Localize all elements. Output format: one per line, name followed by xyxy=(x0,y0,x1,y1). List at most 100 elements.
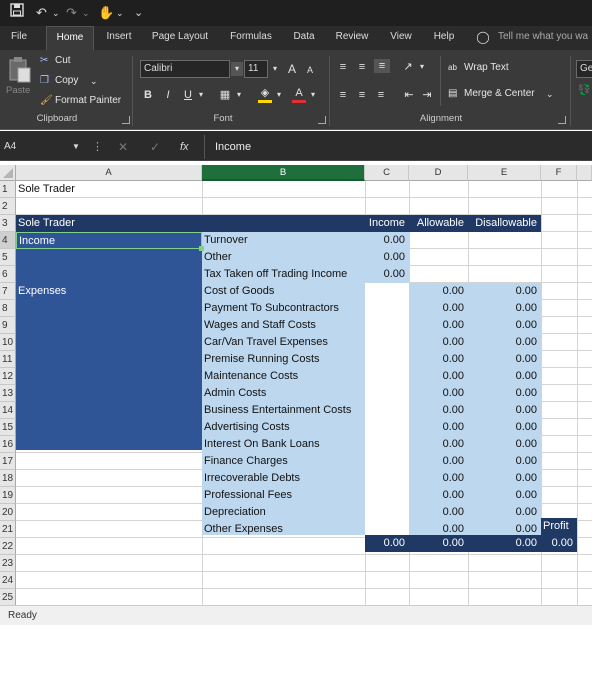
cell-a4-income-selected[interactable]: Income xyxy=(16,232,202,249)
tab-insert[interactable]: Insert xyxy=(102,26,136,50)
increase-indent-icon[interactable]: ⇥ xyxy=(420,88,434,102)
touch-dropdown-icon[interactable]: ⌄ xyxy=(116,3,124,23)
disallowable-value-cell[interactable]: 0.00 xyxy=(468,470,541,487)
fill-color-icon[interactable]: ◈ xyxy=(258,86,272,103)
tab-formulas[interactable]: Formulas xyxy=(224,26,278,50)
insert-function-icon[interactable]: fx xyxy=(180,137,196,157)
expense-label-cell[interactable]: Irrecoverable Debts xyxy=(202,470,365,487)
row-header[interactable]: 10 xyxy=(0,334,16,351)
row-header[interactable]: 9 xyxy=(0,317,16,334)
cell-e22-disallowable-total[interactable]: 0.00 xyxy=(468,535,541,552)
align-bottom-icon[interactable]: ≡ xyxy=(374,59,390,73)
expense-label-cell[interactable]: Cost of Goods xyxy=(202,283,365,300)
cut-button[interactable]: Cut xyxy=(55,54,71,68)
paste-button[interactable]: Paste xyxy=(6,84,30,98)
cell-a1-title[interactable]: Sole Trader xyxy=(16,181,202,198)
row-header[interactable]: 5 xyxy=(0,249,16,266)
tab-home[interactable]: Home xyxy=(46,26,94,50)
row-header[interactable]: 4 xyxy=(0,232,16,249)
cell-d3-allowable-header[interactable]: Allowable xyxy=(409,215,468,232)
row-header[interactable]: 22 xyxy=(0,538,16,555)
borders-icon[interactable]: ▦ xyxy=(218,88,232,102)
column-header-g[interactable] xyxy=(577,165,592,181)
cell-e3-disallowable-header[interactable]: Disallowable xyxy=(468,215,541,232)
customize-qat-icon[interactable]: ⌄ xyxy=(134,3,143,23)
tab-review[interactable]: Review xyxy=(332,26,372,50)
income-value-cell[interactable]: 0.00 xyxy=(365,232,409,249)
cell-d22-allowable-total[interactable]: 0.00 xyxy=(409,535,468,552)
row-header[interactable]: 2 xyxy=(0,198,16,215)
row-header[interactable]: 16 xyxy=(0,436,16,453)
allowable-value-cell[interactable]: 0.00 xyxy=(409,470,468,487)
column-header-f[interactable]: F xyxy=(541,165,577,181)
font-size-dropdown-icon[interactable]: ▾ xyxy=(270,62,280,76)
tell-me-box[interactable]: Tell me what you wa xyxy=(498,26,592,50)
expense-label-cell[interactable]: Maintenance Costs xyxy=(202,368,365,385)
disallowable-value-cell[interactable]: 0.00 xyxy=(468,436,541,453)
disallowable-value-cell[interactable]: 0.00 xyxy=(468,334,541,351)
tab-page-layout[interactable]: Page Layout xyxy=(148,26,212,50)
row-header[interactable]: 19 xyxy=(0,487,16,504)
cancel-entry-icon[interactable]: ✕ xyxy=(118,137,132,157)
borders-dropdown-icon[interactable]: ▾ xyxy=(234,88,244,102)
cell-c3-income-header[interactable]: Income xyxy=(365,215,409,232)
font-size-box[interactable]: 11 xyxy=(244,60,268,78)
expense-label-cell[interactable]: Professional Fees xyxy=(202,487,365,504)
disallowable-value-cell[interactable]: 0.00 xyxy=(468,385,541,402)
lightbulb-icon[interactable]: ◯ xyxy=(476,26,490,50)
cell-a3-header[interactable]: Sole Trader xyxy=(16,215,202,232)
copy-icon[interactable]: ❐ xyxy=(40,74,52,88)
format-painter-button[interactable]: Format Painter xyxy=(55,94,121,108)
tab-help[interactable]: Help xyxy=(428,26,460,50)
underline-button[interactable]: U xyxy=(182,88,194,102)
copy-dropdown-icon[interactable]: ⌄ xyxy=(90,74,98,88)
row-header[interactable]: 7 xyxy=(0,283,16,300)
disallowable-value-cell[interactable]: 0.00 xyxy=(468,283,541,300)
row-header[interactable]: 25 xyxy=(0,589,16,605)
allowable-value-cell[interactable]: 0.00 xyxy=(409,487,468,504)
allowable-value-cell[interactable]: 0.00 xyxy=(409,385,468,402)
font-color-button[interactable]: A xyxy=(292,86,306,103)
row-header[interactable]: 12 xyxy=(0,368,16,385)
disallowable-value-cell[interactable]: 0.00 xyxy=(468,300,541,317)
expense-label-cell[interactable]: Premise Running Costs xyxy=(202,351,365,368)
merge-center-button[interactable]: Merge & Center xyxy=(464,87,535,101)
row-header[interactable]: 14 xyxy=(0,402,16,419)
row-header[interactable]: 24 xyxy=(0,572,16,589)
disallowable-value-cell[interactable]: 0.00 xyxy=(468,351,541,368)
column-header-b[interactable]: B xyxy=(202,165,365,181)
merge-center-icon[interactable]: ▤ xyxy=(448,87,457,101)
allowable-value-cell[interactable]: 0.00 xyxy=(409,453,468,470)
cell-f22-profit-total[interactable]: 0.00 xyxy=(541,535,577,552)
italic-button[interactable]: I xyxy=(162,88,174,102)
redo-dropdown-icon[interactable]: ⌄ xyxy=(82,3,90,23)
expense-label-cell[interactable]: Admin Costs xyxy=(202,385,365,402)
expense-label-cell[interactable]: Other Expenses xyxy=(202,521,365,538)
touch-mode-icon[interactable]: ✋ xyxy=(98,3,114,23)
merge-dropdown-icon[interactable]: ⌄ xyxy=(546,87,554,101)
tab-data[interactable]: Data xyxy=(288,26,320,50)
wrap-text-button[interactable]: Wrap Text xyxy=(464,61,509,75)
row-header[interactable]: 8 xyxy=(0,300,16,317)
column-header-e[interactable]: E xyxy=(468,165,541,181)
font-color-dropdown-icon[interactable]: ▾ xyxy=(308,88,318,102)
disallowable-value-cell[interactable]: 0.00 xyxy=(468,368,541,385)
expense-label-cell[interactable]: Advertising Costs xyxy=(202,419,365,436)
font-name-dropdown-icon[interactable]: ▾ xyxy=(231,62,243,76)
allowable-value-cell[interactable]: 0.00 xyxy=(409,317,468,334)
wrap-text-icon[interactable]: ab xyxy=(448,61,457,75)
orientation-icon[interactable]: ↗ xyxy=(400,60,416,74)
allowable-value-cell[interactable]: 0.00 xyxy=(409,334,468,351)
font-name-box[interactable]: Calibri xyxy=(140,60,230,78)
fill-color-dropdown-icon[interactable]: ▾ xyxy=(274,88,284,102)
row-header[interactable]: 13 xyxy=(0,385,16,402)
disallowable-value-cell[interactable]: 0.00 xyxy=(468,453,541,470)
formula-input[interactable]: Income xyxy=(204,135,592,159)
expense-label-cell[interactable]: Finance Charges xyxy=(202,453,365,470)
clipboard-launcher-icon[interactable] xyxy=(122,116,130,124)
disallowable-value-cell[interactable]: 0.00 xyxy=(468,419,541,436)
cell-a7-expenses[interactable]: Expenses xyxy=(16,283,202,300)
row-header[interactable]: 17 xyxy=(0,453,16,470)
row-header[interactable]: 11 xyxy=(0,351,16,368)
worksheet-grid[interactable]: A B C D E F 1 2 3 4 5 6 7 8 9 10 11 12 13 14 15 16 17 18 1… xyxy=(0,165,592,605)
